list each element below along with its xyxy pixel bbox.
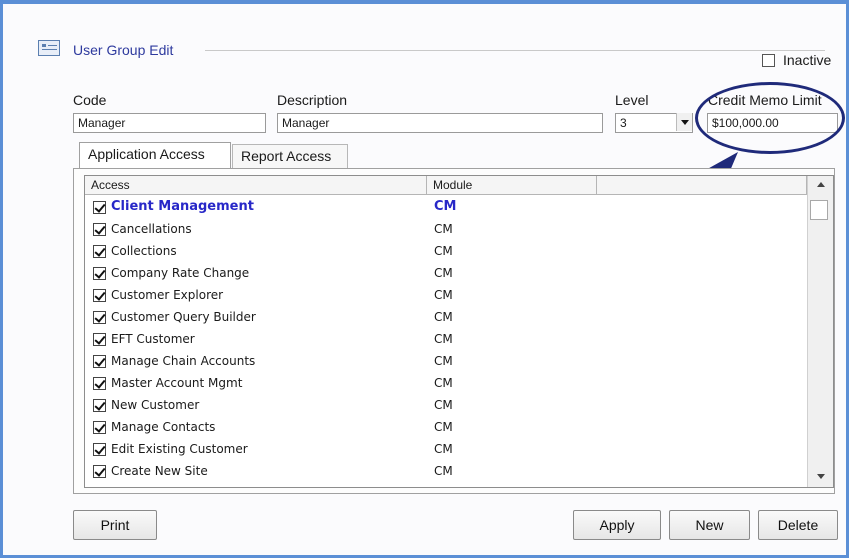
row-access: Master Account Mgmt — [111, 376, 243, 390]
code-field[interactable]: Manager — [73, 113, 266, 133]
table-row[interactable]: Cancellations CM — [85, 218, 807, 240]
row-access: Customer Explorer — [111, 288, 224, 302]
row-checkbox[interactable] — [93, 421, 106, 434]
row-checkbox[interactable] — [93, 399, 106, 412]
row-module: CM — [434, 288, 453, 302]
table-row[interactable]: Master Account Mgmt CM — [85, 372, 807, 394]
row-module: CM — [434, 199, 457, 214]
form-icon — [38, 40, 60, 56]
scroll-up-icon[interactable] — [817, 182, 825, 187]
print-button[interactable]: Print — [73, 510, 157, 540]
row-access: Collections — [111, 244, 177, 258]
row-access: Manage Chain Accounts — [111, 354, 256, 368]
highlight-oval — [695, 82, 845, 154]
tab-report-access[interactable]: Report Access — [232, 144, 348, 168]
scroll-thumb[interactable] — [810, 200, 828, 220]
row-module: CM — [434, 310, 453, 324]
inactive-label: Inactive — [783, 52, 832, 68]
description-field[interactable]: Manager — [277, 113, 603, 133]
code-label: Code — [73, 92, 107, 108]
table-row[interactable]: Customer Explorer CM — [85, 284, 807, 306]
row-module: CM — [434, 442, 453, 456]
table-row[interactable]: Edit Existing Customer CM — [85, 438, 807, 460]
level-dropdown-icon[interactable] — [676, 113, 692, 131]
table-row[interactable]: Company Rate Change CM — [85, 262, 807, 284]
row-module: CM — [434, 222, 453, 236]
row-access: Edit Existing Customer — [111, 442, 248, 456]
row-module: CM — [434, 464, 453, 478]
row-checkbox[interactable] — [93, 355, 106, 368]
level-label: Level — [615, 92, 649, 108]
table-row[interactable]: Manage Chain Accounts CM — [85, 350, 807, 372]
row-checkbox[interactable] — [93, 223, 106, 236]
table-row[interactable]: EFT Customer CM — [85, 328, 807, 350]
table-row[interactable] — [85, 482, 807, 488]
row-checkbox[interactable] — [93, 201, 106, 214]
new-button[interactable]: New — [669, 510, 750, 540]
tab-application-access[interactable]: Application Access — [79, 142, 231, 168]
row-access: Company Rate Change — [111, 266, 250, 280]
table-row[interactable]: Collections CM — [85, 240, 807, 262]
row-module: CM — [434, 266, 453, 280]
scroll-down-icon[interactable] — [817, 474, 825, 479]
description-label: Description — [277, 92, 348, 108]
table-row[interactable]: Client Management CM — [85, 196, 807, 218]
column-header-empty — [597, 176, 807, 195]
column-header-module[interactable]: Module — [427, 176, 597, 195]
row-module: CM — [434, 398, 453, 412]
row-checkbox[interactable] — [93, 333, 106, 346]
vertical-scrollbar[interactable] — [807, 176, 833, 487]
row-checkbox[interactable] — [93, 289, 106, 302]
apply-button[interactable]: Apply — [573, 510, 661, 540]
row-module: CM — [434, 332, 453, 346]
row-access: Client Management — [111, 199, 254, 214]
row-access: New Customer — [111, 398, 200, 412]
row-access: Cancellations — [111, 222, 192, 236]
inactive-checkbox-box[interactable] — [762, 53, 775, 67]
page-title: User Group Edit — [73, 42, 174, 58]
inactive-checkbox[interactable]: Inactive — [762, 52, 831, 68]
row-checkbox[interactable] — [93, 267, 106, 280]
grid-header: Access Module — [85, 176, 807, 195]
table-row[interactable]: Create New Site CM — [85, 460, 807, 482]
table-row[interactable]: Customer Query Builder CM — [85, 306, 807, 328]
row-access: Customer Query Builder — [111, 310, 256, 324]
row-module: CM — [434, 376, 453, 390]
row-module: CM — [434, 354, 453, 368]
access-grid: Access Module Client Management CM Cance… — [84, 175, 834, 488]
row-module: CM — [434, 420, 453, 434]
column-header-access[interactable]: Access — [85, 176, 427, 195]
row-module: CM — [434, 244, 453, 258]
row-checkbox[interactable] — [93, 443, 106, 456]
row-access: Manage Contacts — [111, 420, 216, 434]
row-checkbox[interactable] — [93, 487, 106, 488]
row-checkbox[interactable] — [93, 311, 106, 324]
row-access: EFT Customer — [111, 332, 195, 346]
row-checkbox[interactable] — [93, 465, 106, 478]
title-divider — [205, 50, 825, 51]
delete-button[interactable]: Delete — [758, 510, 838, 540]
row-checkbox[interactable] — [93, 245, 106, 258]
table-row[interactable]: New Customer CM — [85, 394, 807, 416]
row-access: Create New Site — [111, 464, 208, 478]
row-checkbox[interactable] — [93, 377, 106, 390]
table-row[interactable]: Manage Contacts CM — [85, 416, 807, 438]
